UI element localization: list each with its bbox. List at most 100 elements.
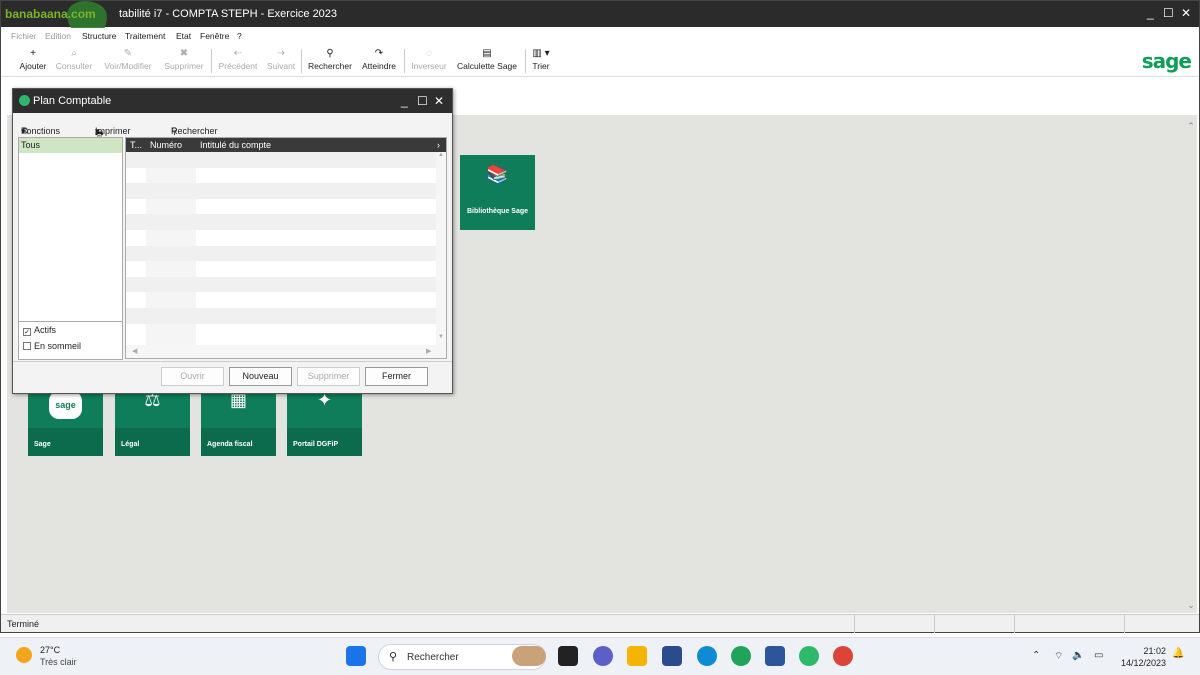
filter-list[interactable]: Tous xyxy=(18,137,123,322)
calculator-icon: ▤ xyxy=(482,48,492,59)
status-bar: Terminé xyxy=(1,614,1199,633)
battery-icon[interactable]: ▭ xyxy=(1094,650,1103,661)
supprimer-button[interactable]: Supprimer xyxy=(297,367,360,386)
scroll-down-icon[interactable]: ▼ xyxy=(436,334,446,340)
app-green-icon[interactable] xyxy=(731,646,751,666)
word-icon[interactable] xyxy=(765,646,785,666)
menu-edition[interactable]: Edition xyxy=(45,31,71,41)
menu-structure[interactable]: Structure xyxy=(82,31,117,41)
menu-traitement[interactable]: Traitement xyxy=(125,31,165,41)
nouveau-button[interactable]: Nouveau xyxy=(229,367,292,386)
dialog-minimize-button[interactable]: _ xyxy=(401,94,408,108)
col-intitule[interactable]: Intitulé du compte xyxy=(200,140,271,150)
supprimer-toolbar-button[interactable]: ✖ Supprimer xyxy=(161,47,207,75)
dialog-maximize-button[interactable]: ☐ xyxy=(417,94,428,108)
scroll-up-icon[interactable]: ▲ xyxy=(436,152,446,158)
window-title: tabilité i7 - COMPTA STEPH - Exercice 20… xyxy=(119,8,338,20)
table-row[interactable] xyxy=(126,276,436,293)
notification-bell-icon[interactable]: 🔔 xyxy=(1172,648,1184,659)
col-type[interactable]: T... xyxy=(130,140,142,150)
title-bar[interactable]: banabaana.com tabilité i7 - COMPTA STEPH… xyxy=(1,1,1199,39)
table-row[interactable] xyxy=(126,152,436,168)
accounts-grid[interactable]: T... Numéro Intitulé du compte › ▲ ▼ ◀ ▶ xyxy=(125,137,447,359)
ouvrir-button[interactable]: Ouvrir xyxy=(161,367,224,386)
chevron-right-icon[interactable]: › xyxy=(437,140,440,150)
filter-item-tous[interactable]: Tous xyxy=(19,138,122,153)
inverter-icon: ◌ xyxy=(426,48,432,59)
menu-help[interactable]: ? xyxy=(237,31,242,41)
dialog-title-bar[interactable]: Plan Comptable _ ☐ ✕ xyxy=(13,89,452,113)
watermark-logo: banabaana.com xyxy=(5,1,107,39)
menu-fenetre[interactable]: Fenêtre xyxy=(200,31,229,41)
inverseur-label: Inverseur xyxy=(411,61,447,71)
table-row[interactable] xyxy=(126,230,436,246)
maximize-button[interactable]: ☐ xyxy=(1163,6,1174,20)
chrome-icon[interactable] xyxy=(833,646,853,666)
menu-fichier[interactable]: Fichier xyxy=(11,31,37,41)
fermer-button[interactable]: Fermer xyxy=(365,367,428,386)
toolbar: + Ajouter ⌕ Consulter ✎ Voir/Modifier ✖ Supp… xyxy=(1,45,1199,77)
table-row[interactable] xyxy=(126,183,436,199)
sort-icon: ▥ ▾ xyxy=(532,48,550,59)
ajouter-button[interactable]: + Ajouter xyxy=(17,47,49,75)
suivant-button[interactable]: ⇢ Suivant xyxy=(264,47,298,75)
ajouter-label: Ajouter xyxy=(19,61,47,71)
file-explorer-icon[interactable] xyxy=(627,646,647,666)
table-row[interactable] xyxy=(126,199,436,215)
table-row[interactable] xyxy=(126,324,436,340)
workspace-scrollbar[interactable]: ⌃ ⌄ xyxy=(1185,115,1197,613)
minimize-button[interactable]: _ xyxy=(1147,6,1154,20)
en-sommeil-checkbox[interactable]: En sommeil xyxy=(23,341,81,351)
edge-icon[interactable] xyxy=(697,646,717,666)
dialog-close-button[interactable]: ✕ xyxy=(434,94,444,108)
sage-app-icon[interactable] xyxy=(799,646,819,666)
table-row[interactable] xyxy=(126,308,436,324)
chat-icon[interactable] xyxy=(593,646,613,666)
filter-pane: Tous ✓ Actifs En sommeil xyxy=(18,137,123,447)
table-row[interactable] xyxy=(126,168,436,184)
atteindre-button[interactable]: ↷ Atteindre xyxy=(358,47,400,75)
check-icon: ✓ xyxy=(23,328,31,336)
plus-icon: + xyxy=(30,48,36,59)
actifs-label: Actifs xyxy=(34,325,57,335)
scroll-left-icon[interactable]: ◀ xyxy=(132,347,137,355)
rechercher-toolbar-button[interactable]: ⚲ Rechercher xyxy=(306,47,354,75)
fonctions-label: Fonctions xyxy=(21,126,61,136)
inverseur-button[interactable]: ◌ Inverseur xyxy=(409,47,449,75)
precedent-button[interactable]: ⇠ Précédent xyxy=(215,47,261,75)
table-row[interactable] xyxy=(126,245,436,262)
calculette-button[interactable]: ▤ Calculette Sage xyxy=(453,47,521,75)
scroll-right-icon[interactable]: ▶ xyxy=(426,347,431,355)
task-view-icon[interactable] xyxy=(558,646,578,666)
clock[interactable]: 21:02 14/12/2023 xyxy=(1121,645,1166,669)
voir-modifier-label: Voir/Modifier xyxy=(104,61,152,71)
wifi-icon[interactable]: ⌔ xyxy=(1054,650,1063,663)
grid-vertical-scrollbar[interactable]: ▲ ▼ xyxy=(436,152,446,345)
windows-start-icon[interactable] xyxy=(346,646,366,666)
tile-bibliotheque-sage[interactable]: 📚 Bibliothèque Sage xyxy=(460,155,535,230)
consulter-label: Consulter xyxy=(55,61,93,71)
scroll-up-icon[interactable]: ⌃ xyxy=(1185,121,1197,132)
arrow-right-icon: ⇢ xyxy=(276,48,286,59)
trier-button[interactable]: ▥ ▾ Trier xyxy=(529,47,553,75)
volume-icon[interactable]: 🔈 xyxy=(1072,650,1084,661)
voir-modifier-button[interactable]: ✎ Voir/Modifier xyxy=(99,47,157,75)
table-row[interactable] xyxy=(126,292,436,308)
search-highlight-icon[interactable] xyxy=(512,646,546,666)
chevron-up-icon[interactable]: ⌃ xyxy=(1032,650,1040,661)
scroll-down-icon[interactable]: ⌄ xyxy=(1185,600,1197,611)
grid-horizontal-scrollbar[interactable]: ◀ ▶ xyxy=(126,345,446,358)
table-row[interactable] xyxy=(126,261,436,277)
col-numero[interactable]: Numéro xyxy=(150,140,182,150)
table-row[interactable] xyxy=(126,214,436,230)
menu-etat[interactable]: Etat xyxy=(176,31,191,41)
close-button[interactable]: ✕ xyxy=(1181,6,1191,20)
consulter-button[interactable]: ⌕ Consulter xyxy=(53,47,95,75)
search-icon: ⚲ xyxy=(326,48,334,59)
toolbar-separator xyxy=(525,49,526,73)
rechercher-dialog-label: Rechercher xyxy=(171,126,218,136)
store-icon[interactable] xyxy=(662,646,682,666)
actifs-checkbox[interactable]: ✓ Actifs xyxy=(23,325,56,336)
magnifier-icon: ⌕ xyxy=(71,48,77,59)
weather-moon-icon xyxy=(16,647,32,663)
